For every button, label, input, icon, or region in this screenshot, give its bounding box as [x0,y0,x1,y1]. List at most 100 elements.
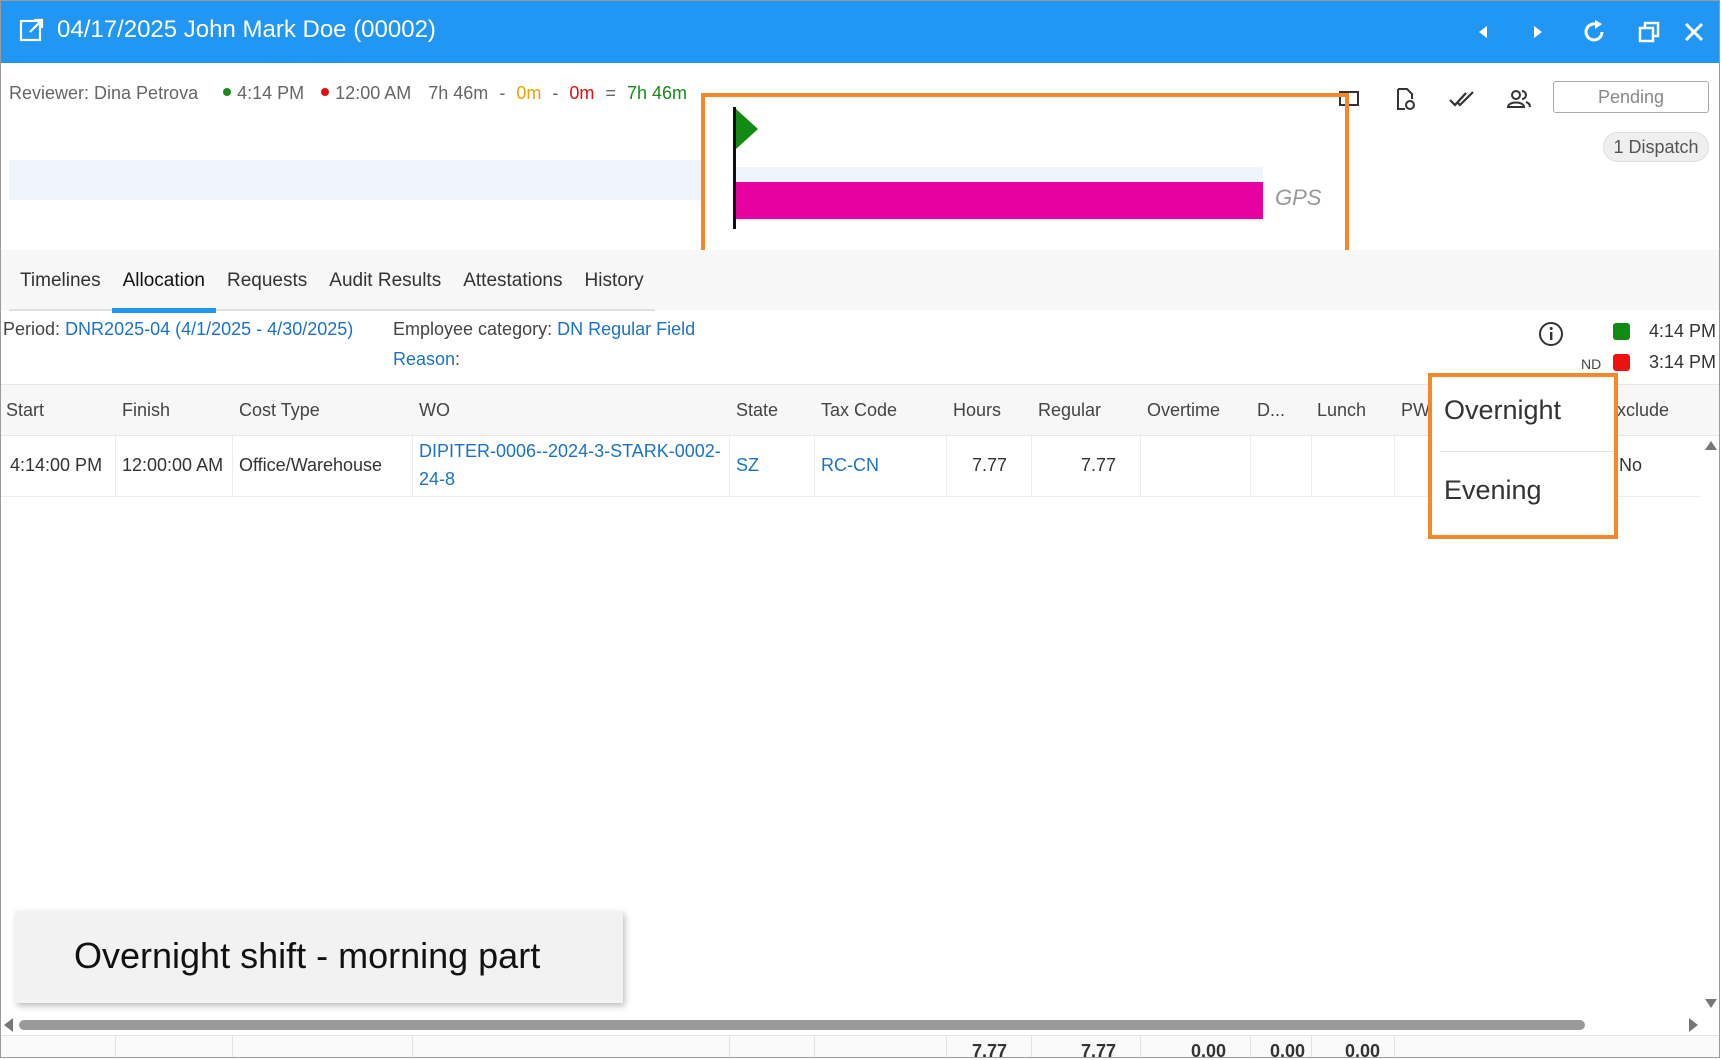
cell-finish[interactable]: 12:00:00 AM [116,434,233,496]
cell-exclude[interactable]: No [1613,434,1701,496]
dispatch-badge[interactable]: 1 Dispatch [1603,132,1709,162]
col-d[interactable]: D... [1257,385,1285,435]
col-exclude[interactable]: xclude [1617,385,1669,435]
deduction-b: 0m [569,83,595,103]
total-cell [413,1036,730,1057]
totals-row: 7.77 7.77 0.00 0.00 0.00 [1,1035,1719,1057]
cell-wo[interactable]: DIPITER-0006--2024-3-STARK-0002-24-8 [413,434,730,496]
document-refresh-button[interactable] [1391,85,1419,113]
employee-category-label: Employee category: [393,319,553,339]
info-icon[interactable] [1538,321,1564,347]
period-info: Period: DNR2025-04 (4/1/2025 - 4/30/2025… [3,319,353,340]
status-dropdown[interactable]: Pending [1553,81,1709,113]
horizontal-scrollbar[interactable] [19,1020,1585,1030]
tab-timelines[interactable]: Timelines [9,259,112,309]
scroll-up-icon[interactable] [1705,441,1717,450]
scroll-right-icon[interactable] [1689,1018,1698,1032]
popout-icon[interactable] [19,17,45,43]
refresh-icon [1584,20,1604,42]
total-cell [233,1036,413,1057]
col-tax-code[interactable]: Tax Code [821,385,897,435]
employee-category-link[interactable]: DN Regular Field [557,319,695,339]
reason-colon: : [455,349,461,369]
cell-cost-type[interactable]: Office/Warehouse [233,434,413,496]
nd-label: ND [1581,356,1602,372]
col-finish[interactable]: Finish [122,385,170,435]
green-status-icon [1613,323,1630,340]
caret-right-icon [1534,26,1542,38]
refresh-button[interactable] [1577,15,1611,49]
tab-audit-results[interactable]: Audit Results [318,259,452,309]
restore-window-icon [1638,21,1660,43]
total-cell [116,1036,233,1057]
tax-code-link[interactable]: RC-CN [821,455,879,476]
total-cell [1,1036,116,1057]
cell-d[interactable] [1251,434,1312,496]
col-cost-type[interactable]: Cost Type [239,385,320,435]
title-bar: 04/17/2025 John Mark Doe (00002) [1,1,1719,63]
reason-field: Reason: [393,349,460,370]
equals: = [605,83,616,103]
separator: - [552,83,559,103]
tab-attestations[interactable]: Attestations [452,259,573,309]
red-status-icon [1613,354,1630,371]
col-overtime[interactable]: Overtime [1147,385,1220,435]
start-time: 4:14 PM [237,83,305,103]
previous-button[interactable] [1466,15,1500,49]
timeline-highlight-callout [701,93,1349,255]
cell-lunch[interactable] [1312,434,1395,496]
tab-history[interactable]: History [574,259,655,309]
users-button[interactable] [1505,85,1533,113]
employee-category: Employee category: DN Regular Field [393,319,695,340]
period-label: Period: [3,319,61,339]
start-dot-icon [223,88,232,97]
timeline-track [9,160,701,200]
cell-overtime[interactable] [1141,434,1251,496]
users-icon [1506,90,1531,108]
col-hours[interactable]: Hours [953,385,1001,435]
close-icon [1684,22,1704,42]
col-start[interactable]: Start [6,385,44,435]
scroll-left-icon[interactable] [4,1018,13,1032]
option-overnight[interactable]: Overnight [1444,395,1561,426]
end-dot-icon [321,88,330,97]
wo-link[interactable]: DIPITER-0006--2024-3-STARK-0002-24-8 [419,437,723,493]
tab-bar: Timelines Allocation Requests Audit Resu… [9,259,655,313]
col-wo[interactable]: WO [419,385,450,435]
caret-left-icon [1479,26,1487,38]
vertical-scrollbar[interactable] [1701,437,1713,1007]
state-link[interactable]: SZ [736,455,759,476]
cell-hours[interactable]: 7.77 [947,434,1032,496]
cell-state[interactable]: SZ [730,434,815,496]
green-time: 4:14 PM [1649,321,1717,341]
duration: 7h 46m [428,83,489,103]
total-d: 0.00 [1251,1036,1312,1057]
deduction-a: 0m [516,83,542,103]
cell-regular[interactable]: 7.77 [1032,434,1141,496]
annotation-callout: Overnight shift - morning part [15,911,623,1003]
col-regular[interactable]: Regular [1038,385,1101,435]
total-cell [815,1036,947,1057]
period-link[interactable]: DNR2025-04 (4/1/2025 - 4/30/2025) [65,319,353,339]
close-button[interactable] [1677,15,1711,49]
col-lunch[interactable]: Lunch [1317,385,1366,435]
next-button[interactable] [1521,15,1555,49]
cell-start[interactable]: 4:14:00 PM [1,434,116,496]
cell-tax-code[interactable]: RC-CN [815,434,947,496]
col-pw[interactable]: PW [1401,385,1429,435]
tab-allocation[interactable]: Allocation [111,259,217,313]
total-lunch: 0.00 [1312,1036,1395,1057]
total-hours: 7.77 [947,1036,1032,1057]
shift-type-dropdown[interactable]: Overnight Evening [1428,373,1618,539]
reviewer-label: Reviewer: Dina Petrova [9,83,199,103]
col-state[interactable]: State [736,385,778,435]
tab-requests[interactable]: Requests [216,259,318,309]
restore-button[interactable] [1632,15,1666,49]
scroll-down-icon[interactable] [1705,999,1717,1008]
red-time: 3:14 PM [1649,352,1717,372]
approve-button[interactable] [1448,85,1476,113]
document-refresh-icon [1397,88,1415,110]
reason-label[interactable]: Reason [393,349,455,369]
option-evening[interactable]: Evening [1444,475,1542,506]
total-cell [730,1036,815,1057]
